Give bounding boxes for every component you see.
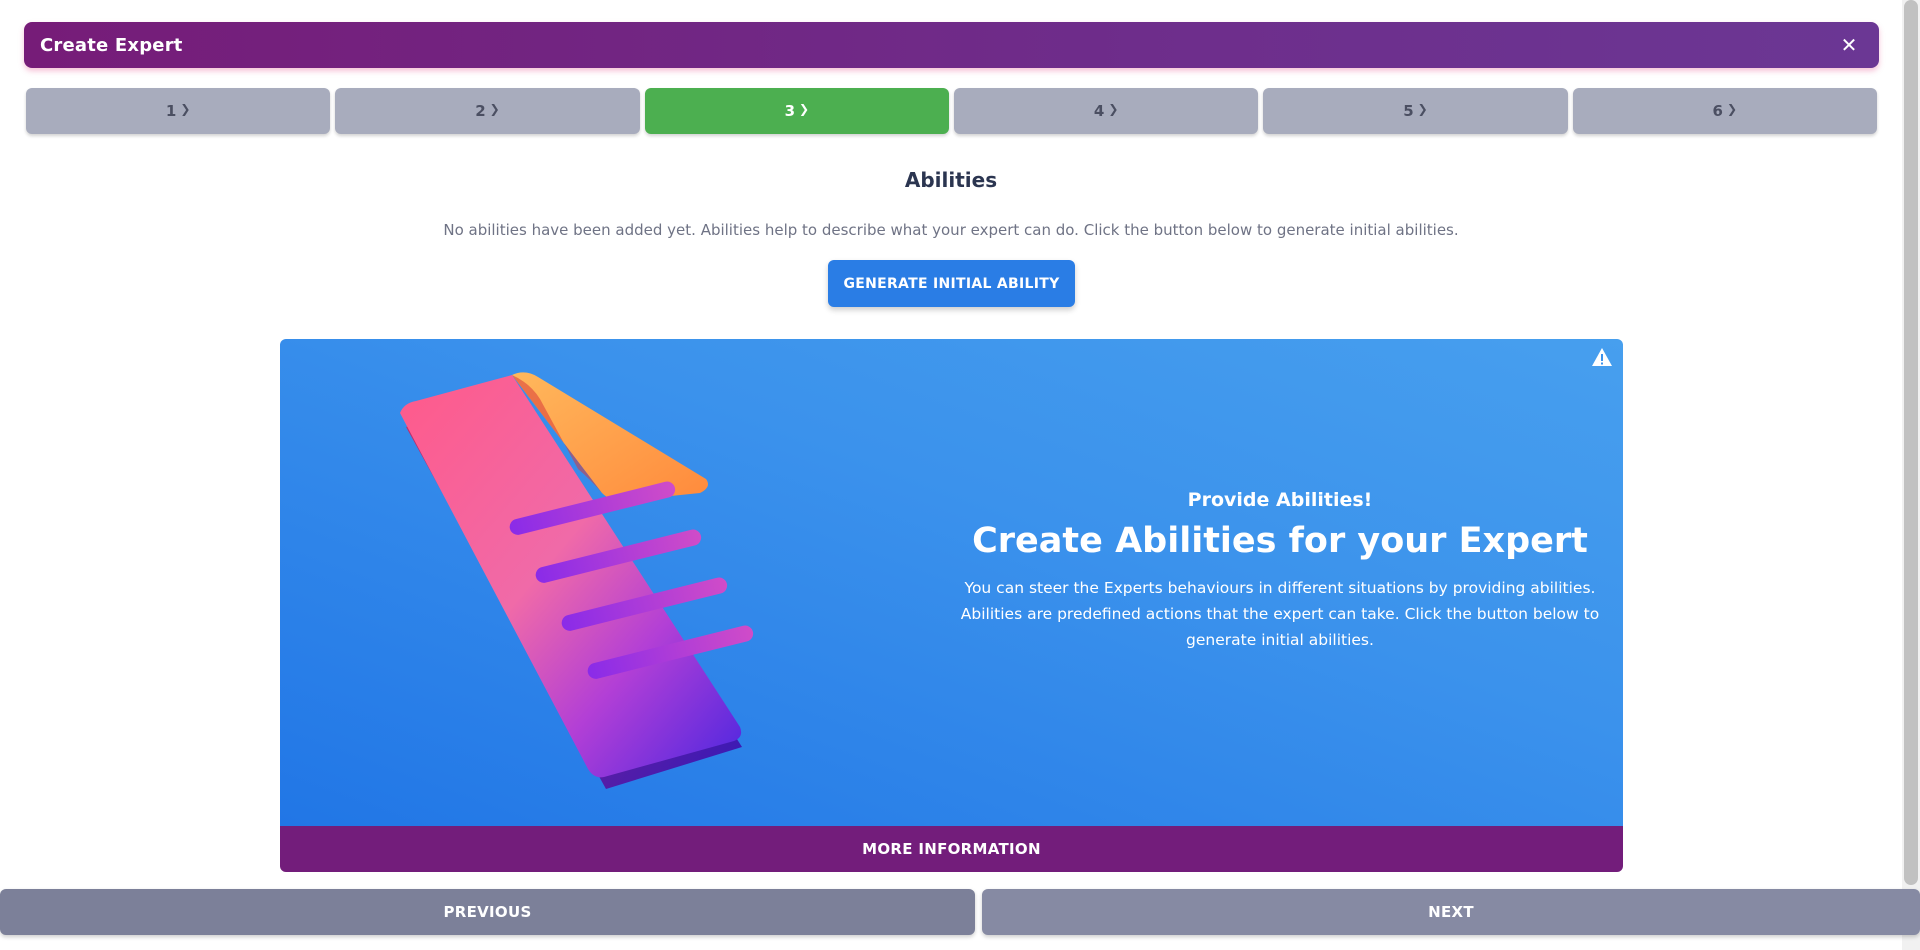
step-label: 3 (784, 102, 795, 120)
step-5[interactable]: 5 ❯ (1263, 88, 1568, 134)
banner-body-line: You can steer the Experts behaviours in … (964, 579, 1596, 597)
step-label: 1 (165, 102, 177, 120)
next-button[interactable]: NEXT (982, 889, 1920, 935)
dialog-header: Create Expert ✕ (24, 22, 1879, 68)
dialog-title: Create Expert (40, 34, 183, 56)
info-banner: Provide Abilities! Create Abilities for … (280, 339, 1623, 826)
step-label: 6 (1712, 102, 1723, 120)
chevron-right-icon: ❯ (799, 102, 810, 116)
document-illustration (400, 372, 754, 789)
section-title: Abilities (904, 168, 998, 192)
banner-body-line: generate initial abilities. (1186, 631, 1374, 649)
step-1[interactable]: 1 ❯ (26, 88, 331, 134)
banner-body-line: Abilities are predefined actions that th… (960, 605, 1600, 623)
warning-icon[interactable] (1591, 347, 1613, 367)
step-label: 2 (475, 102, 486, 120)
banner-body: You can steer the Experts behaviours in … (960, 575, 1600, 653)
more-information-button[interactable]: MORE INFORMATION (280, 826, 1623, 872)
chevron-right-icon: ❯ (1726, 102, 1738, 116)
chevron-right-icon: ❯ (489, 102, 500, 116)
chevron-right-icon: ❯ (1108, 102, 1119, 116)
stepper: 1 ❯ 2 ❯ 3 ❯ 4 ❯ 5 ❯ 6 ❯ (26, 88, 1877, 134)
banner-text: Provide Abilities! Create Abilities for … (960, 489, 1600, 653)
step-label: 4 (1093, 102, 1105, 120)
chevron-right-icon: ❯ (1417, 102, 1428, 116)
empty-state-text: No abilities have been added yet. Abilit… (443, 221, 1459, 239)
step-3[interactable]: 3 ❯ (644, 88, 949, 134)
generate-initial-ability-button[interactable]: GENERATE INITIAL ABILITY (828, 260, 1075, 307)
step-2[interactable]: 2 ❯ (335, 88, 640, 134)
close-icon[interactable]: ✕ (1835, 31, 1863, 59)
scrollbar-thumb[interactable] (1904, 0, 1918, 885)
chevron-right-icon: ❯ (180, 102, 191, 116)
step-label: 5 (1403, 102, 1414, 120)
previous-button[interactable]: PREVIOUS (0, 889, 975, 935)
banner-kicker: Provide Abilities! (1187, 489, 1373, 511)
step-6[interactable]: 6 ❯ (1572, 88, 1877, 134)
step-4[interactable]: 4 ❯ (953, 88, 1259, 134)
banner-title: Create Abilities for your Expert (972, 521, 1588, 561)
